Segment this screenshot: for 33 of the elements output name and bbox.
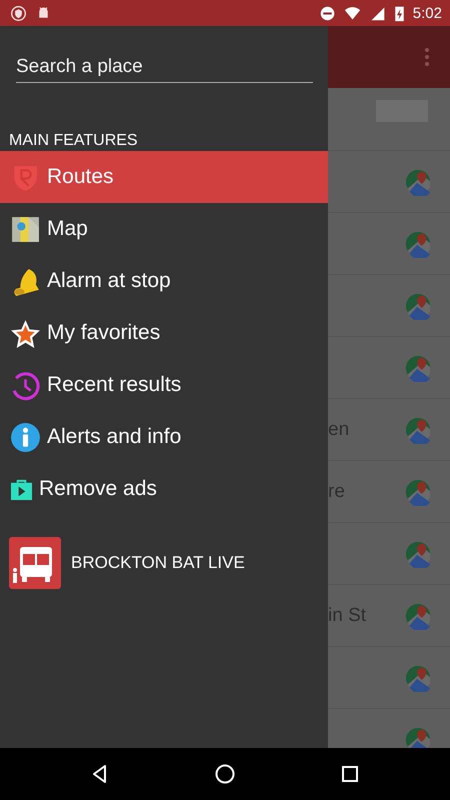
search-field[interactable]: Search a place <box>16 52 313 83</box>
menu-item[interactable]: Recent results <box>0 359 328 411</box>
shield-icon <box>10 4 27 22</box>
clock-icon <box>10 370 41 400</box>
menu-item[interactable]: Alarm at stop <box>0 255 328 307</box>
map-pin-icon[interactable] <box>404 416 432 444</box>
map-pin-icon[interactable] <box>404 664 432 692</box>
info-icon <box>10 422 41 452</box>
menu-item[interactable]: My favorites <box>0 307 328 359</box>
clock-time: 5:02 <box>412 4 442 22</box>
map-pin-icon[interactable] <box>404 602 432 630</box>
menu-item[interactable]: Alerts and info <box>0 411 328 463</box>
star-icon <box>10 318 41 348</box>
map-pin-icon[interactable] <box>404 230 432 258</box>
map-pin-icon[interactable] <box>404 478 432 506</box>
menu-item[interactable]: Routes <box>0 151 328 203</box>
home-icon[interactable] <box>214 764 235 784</box>
battery-icon <box>394 4 405 22</box>
menu-item[interactable]: Remove ads <box>0 463 328 515</box>
map-pin-icon[interactable] <box>404 168 432 196</box>
more-icon[interactable] <box>424 47 430 67</box>
section-title: MAIN FEATURES <box>9 131 139 151</box>
play-store-icon <box>10 478 33 500</box>
menu-item[interactable]: Map <box>0 203 328 255</box>
do-not-disturb-icon <box>318 4 336 22</box>
recents-icon[interactable] <box>340 764 360 784</box>
signal-icon <box>368 4 386 22</box>
app-link[interactable]: BROCKTON BAT LIVE <box>9 537 245 589</box>
wifi-icon <box>344 4 361 22</box>
map-pin-icon[interactable] <box>404 292 432 320</box>
bus-icon <box>9 537 61 589</box>
map-pin-icon[interactable] <box>404 354 432 382</box>
map-pin-icon[interactable] <box>404 540 432 568</box>
